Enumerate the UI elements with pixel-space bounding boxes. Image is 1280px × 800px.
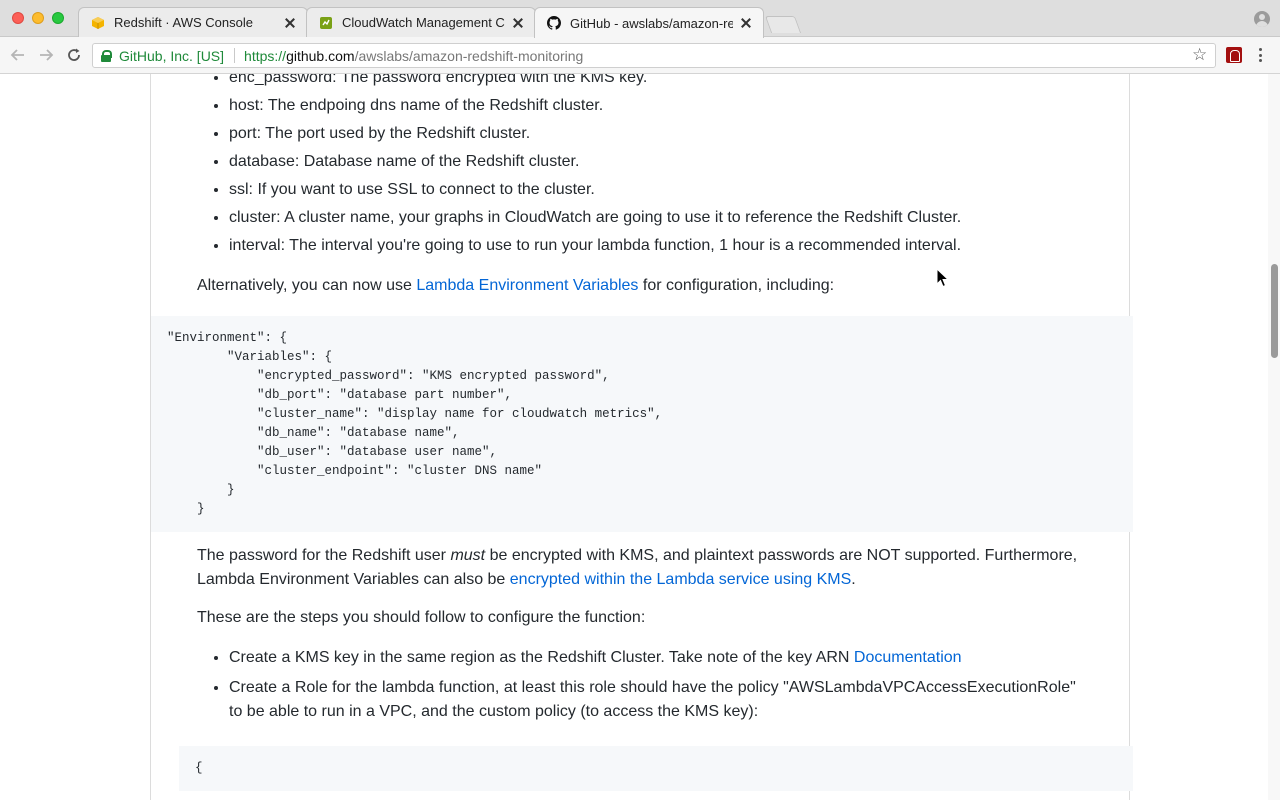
url-scheme: https:// — [244, 47, 287, 64]
browser-menu-icon[interactable] — [1259, 48, 1263, 62]
tab-close-icon[interactable] — [283, 16, 297, 30]
steps-list: Create a KMS key in the same region as t… — [197, 644, 1087, 724]
back-arrow-icon[interactable] — [8, 45, 28, 65]
page-viewport: enc_password: The password encrypted wit… — [0, 74, 1280, 800]
profile-avatar-icon[interactable] — [1254, 11, 1270, 27]
list-item: cluster: A cluster name, your graphs in … — [229, 204, 1087, 232]
scrollbar-thumb[interactable] — [1271, 264, 1278, 358]
page-scrollbar[interactable] — [1268, 74, 1280, 800]
tab-strip: Redshift · AWS Console CloudWatch Manage… — [0, 0, 1280, 38]
config-list: enc_password: The password encrypted wit… — [197, 74, 1087, 260]
window-minimize-button[interactable] — [32, 12, 44, 24]
list-item: Create a KMS key in the same region as t… — [229, 644, 1087, 672]
lambda-env-vars-link[interactable]: Lambda Environment Variables — [416, 277, 638, 294]
forward-arrow-icon[interactable] — [36, 45, 56, 65]
list-item: interval: The interval you're going to u… — [229, 232, 1087, 260]
readme-container: enc_password: The password encrypted wit… — [150, 74, 1133, 800]
ev-certificate-name[interactable]: GitHub, Inc. [US] — [119, 48, 224, 64]
kms-encryption-link[interactable]: encrypted within the Lambda service usin… — [510, 571, 852, 588]
step-text: Create a Role for the lambda function, a… — [229, 679, 1076, 720]
list-item: host: The endpoing dns name of the Redsh… — [229, 92, 1087, 120]
tab-title: CloudWatch Management Con — [342, 15, 505, 30]
window-close-button[interactable] — [12, 12, 24, 24]
address-bar[interactable]: GitHub, Inc. [US] https://github.com/aws… — [92, 43, 1216, 68]
tab-redshift-console[interactable]: Redshift · AWS Console — [78, 7, 308, 37]
environment-code-block: "Environment": { "Variables": { "encrypt… — [151, 316, 1133, 532]
tab-cloudwatch[interactable]: CloudWatch Management Con — [306, 7, 536, 37]
list-item: enc_password: The password encrypted wit… — [229, 74, 1087, 92]
reload-icon[interactable] — [64, 45, 84, 65]
window-maximize-button[interactable] — [52, 12, 64, 24]
tab-title: Redshift · AWS Console — [114, 15, 253, 30]
list-item: ssl: If you want to use SSL to connect t… — [229, 176, 1087, 204]
mouse-pointer-icon — [936, 268, 950, 288]
url-path: /awslabs/amazon-redshift-monitoring — [354, 47, 584, 64]
documentation-link[interactable]: Documentation — [854, 649, 962, 666]
step-text: Create a KMS key in the same region as t… — [229, 649, 854, 666]
alternative-config-paragraph: Alternatively, you can now use Lambda En… — [197, 272, 1087, 300]
lock-icon — [101, 49, 112, 62]
aws-cube-icon — [91, 16, 105, 30]
paragraph-text: Alternatively, you can now use — [197, 277, 417, 294]
github-octocat-icon — [547, 16, 561, 30]
emphasis-text: must — [450, 547, 486, 564]
readme-content: enc_password: The password encrypted wit… — [151, 74, 1133, 791]
paragraph-text: The password for the Redshift user — [197, 547, 451, 564]
paragraph-text: . — [851, 571, 856, 588]
acrobat-extension-icon[interactable] — [1226, 47, 1242, 63]
list-item: database: Database name of the Redshift … — [229, 148, 1087, 176]
url-host: github.com — [286, 47, 355, 64]
list-item: port: The port used by the Redshift clus… — [229, 120, 1087, 148]
list-item: Create a Role for the lambda function, a… — [229, 676, 1087, 724]
tab-github[interactable]: GitHub - awslabs/amazon-redsh — [534, 7, 764, 38]
tab-title: GitHub - awslabs/amazon-redsh — [570, 15, 733, 31]
cloudwatch-icon — [319, 16, 333, 30]
address-separator — [234, 48, 236, 63]
policy-code-block: { — [179, 746, 1133, 791]
paragraph-text: for configuration, including: — [638, 277, 835, 294]
new-tab-button[interactable] — [764, 16, 802, 33]
tab-close-icon[interactable] — [739, 16, 753, 30]
tab-close-icon[interactable] — [511, 16, 525, 30]
bookmark-star-icon[interactable]: ☆ — [1192, 45, 1207, 65]
password-paragraph: The password for the Redshift user must … — [197, 544, 1087, 592]
steps-intro: These are the steps you should follow to… — [197, 609, 646, 626]
